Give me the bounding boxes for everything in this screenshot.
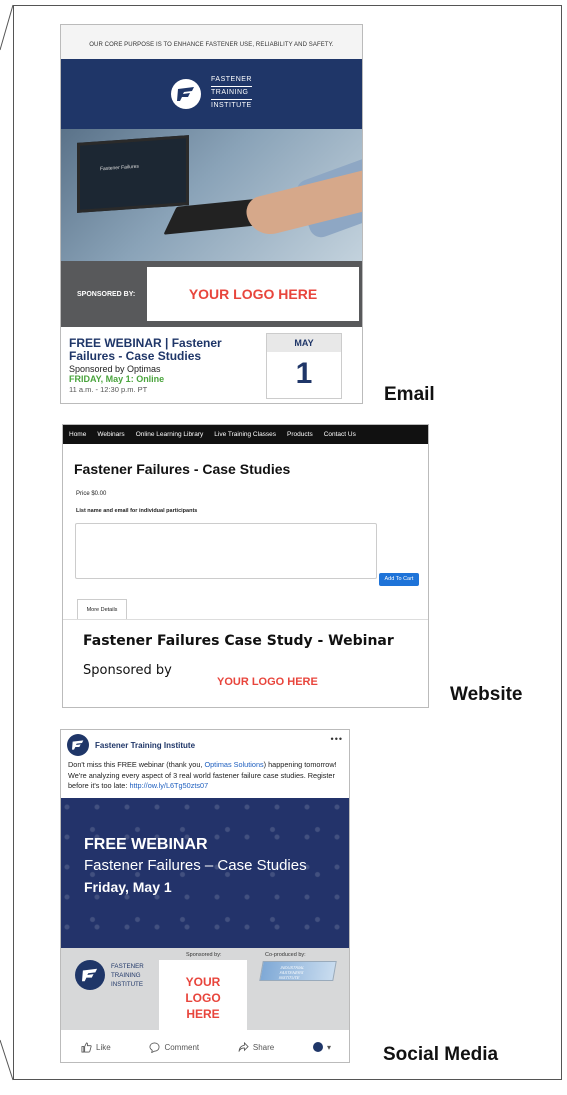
calendar-day: 1 [295, 357, 313, 390]
comment-button[interactable]: Comment [149, 1042, 199, 1053]
page-avatar-icon [312, 1042, 323, 1052]
chevron-down-icon: ▾ [326, 1042, 331, 1052]
website-label: Website [450, 684, 523, 705]
nav-contact[interactable]: Contact Us [324, 431, 356, 438]
register-link[interactable]: http://ow.ly/L6Tg50zts07 [129, 781, 208, 790]
event-info: FREE WEBINAR | Fastener Failures - Case … [61, 327, 362, 403]
fti-logo: FASTENER TRAINING INSTITUTE [75, 960, 144, 990]
email-label: Email [384, 384, 435, 405]
banner-headline: FREE WEBINAR [84, 836, 208, 853]
tab-divider [63, 619, 428, 620]
sponsored-by-label: Sponsored by: [186, 952, 222, 958]
fti-logo-icon [75, 960, 105, 990]
share-button[interactable]: Share [238, 1041, 274, 1053]
fti-logo-text: FASTENER TRAINING INSTITUTE [211, 76, 252, 109]
hero-photo: Fastener Failures [61, 129, 362, 261]
nav-products[interactable]: Products [287, 431, 313, 438]
add-to-cart-button[interactable]: Add To Cart [379, 573, 419, 586]
page-avatar-icon[interactable] [67, 734, 89, 756]
event-title[interactable]: FREE WEBINAR | Fastener Failures - Case … [69, 337, 244, 363]
nav-webinars[interactable]: Webinars [97, 431, 124, 438]
email-header: FASTENER TRAINING INSTITUTE [61, 59, 362, 129]
margin-line [0, 4, 14, 1081]
logo-placeholder: YOUR LOGO HERE [159, 960, 247, 1030]
tab-more-details[interactable]: More Details [77, 599, 127, 619]
participants-label: List name and email for individual parti… [76, 508, 198, 514]
fti-logo-icon [171, 79, 202, 109]
comment-icon [149, 1042, 160, 1053]
share-icon [238, 1041, 249, 1052]
post-text: Don't miss this FREE webinar (thank you,… [68, 760, 337, 790]
optimas-link[interactable]: Optimas Solutions [204, 760, 263, 769]
sponsored-by-label: SPONSORED BY: [77, 290, 136, 298]
calendar-month: MAY [267, 334, 341, 352]
banner-subtitle: Fastener Failures – Case Studies [84, 857, 307, 874]
core-purpose: OUR CORE PURPOSE IS TO ENHANCE FASTENER … [61, 25, 362, 59]
banner-date: Friday, May 1 [84, 879, 172, 895]
coproduced-by-label: Co-produced by: [265, 952, 306, 958]
post-header: Fastener Training Institute ••• [61, 730, 349, 760]
post-actions: Like Comment Share ▾ [61, 1032, 349, 1062]
fti-logo-text: FASTENER TRAINING INSTITUTE [111, 962, 144, 988]
sponsor-bar: SPONSORED BY: YOUR LOGO HERE [61, 261, 362, 327]
like-button[interactable]: Like [81, 1042, 111, 1053]
post-banner[interactable]: FREE WEBINAR Fastener Failures – Case St… [61, 798, 349, 948]
details-heading: Fastener Failures Case Study - Webinar [83, 633, 394, 649]
website-preview: Home Webinars Online Learning Library Li… [62, 424, 429, 708]
logo-placeholder: YOUR LOGO HERE [147, 267, 359, 321]
participants-textarea[interactable] [75, 523, 377, 579]
product-title: Fastener Failures - Case Studies [74, 461, 291, 477]
logo-placeholder: YOUR LOGO HERE [217, 676, 318, 688]
nav-live-classes[interactable]: Live Training Classes [214, 431, 276, 438]
more-options-icon[interactable]: ••• [331, 734, 343, 744]
social-post: Fastener Training Institute ••• Don't mi… [60, 729, 350, 1063]
screen-text: Fastener Failures [100, 163, 139, 173]
sponsored-by-text: Sponsored by [83, 663, 172, 678]
calendar-badge: MAY 1 [266, 333, 342, 399]
email-preview: OUR CORE PURPOSE IS TO ENHANCE FASTENER … [60, 24, 363, 404]
audience-selector[interactable]: ▾ [312, 1042, 331, 1052]
nav-home[interactable]: Home [69, 431, 86, 438]
ifi-logo: INDUSTRIAL FASTENERS INSTITUTE [259, 961, 337, 981]
thumbs-up-icon [81, 1042, 92, 1052]
social-label: Social Media [383, 1044, 499, 1065]
page-name[interactable]: Fastener Training Institute [95, 741, 195, 750]
price: Price $0.00 [76, 491, 107, 497]
banner-footer: FASTENER TRAINING INSTITUTE YOUR LOGO HE… [61, 948, 349, 1030]
nav-online-library[interactable]: Online Learning Library [136, 431, 204, 438]
site-nav: Home Webinars Online Learning Library Li… [63, 425, 428, 444]
